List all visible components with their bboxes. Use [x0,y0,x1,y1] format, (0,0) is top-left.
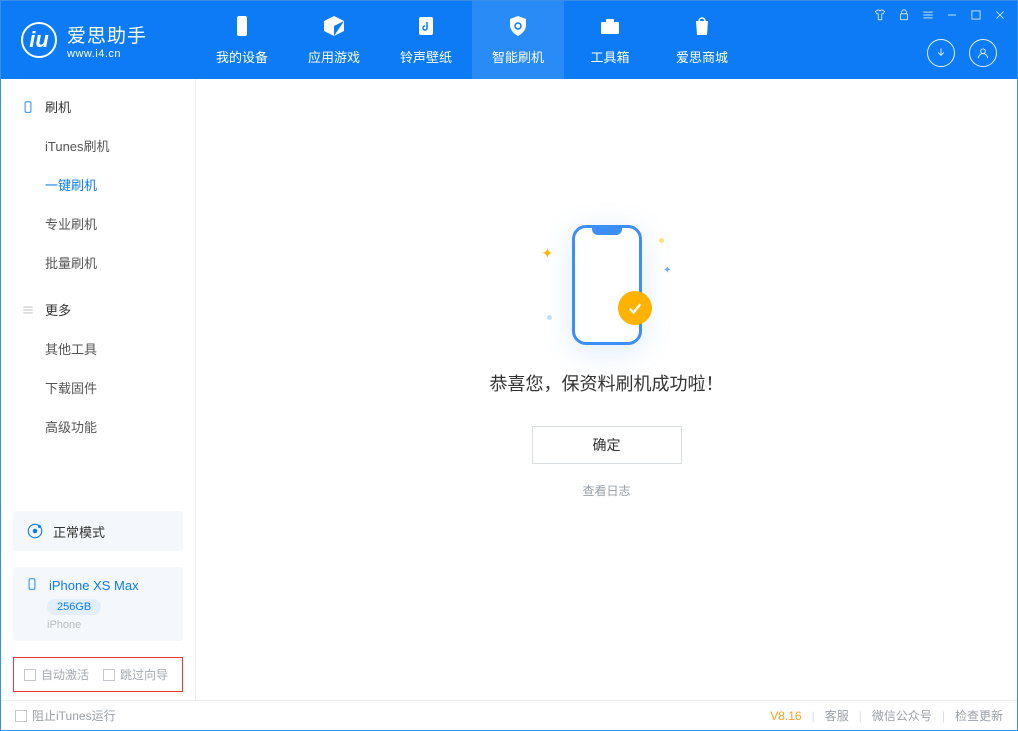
toolbox-icon [598,14,622,41]
sidebar-item-itunes-flash[interactable]: iTunes刷机 [1,126,195,165]
tab-toolbox[interactable]: 工具箱 [564,1,656,79]
logo-icon: iu [21,22,57,58]
user-icon[interactable] [969,39,997,67]
tab-my-device[interactable]: 我的设备 [196,1,288,79]
tab-label: 智能刷机 [492,47,544,66]
sidebar-group-flash: 刷机 [1,79,195,126]
app-name: 爱思助手 [67,21,147,48]
tab-label: 应用游戏 [308,47,360,66]
checkbox-bar: 自动激活 跳过向导 [13,657,183,692]
dot-icon [547,315,552,320]
music-file-icon [414,14,438,41]
tab-label: 爱思商城 [676,47,728,66]
group-title: 更多 [45,300,71,319]
tab-smart-flash[interactable]: 智能刷机 [472,1,564,79]
tab-store[interactable]: 爱思商城 [656,1,748,79]
sidebar-group1-items: iTunes刷机 一键刷机 专业刷机 批量刷机 [1,126,195,282]
download-icon[interactable] [927,39,955,67]
shopping-bag-icon [690,14,714,41]
sidebar-item-other-tools[interactable]: 其他工具 [1,329,195,368]
cube-icon [322,14,346,41]
wechat-link[interactable]: 微信公众号 [872,707,932,724]
sparkle-icon: ✦ [663,265,671,276]
list-icon [21,303,35,317]
tab-label: 铃声壁纸 [400,47,452,66]
support-link[interactable]: 客服 [825,707,849,724]
main-content: ✦ ✦ 恭喜您，保资料刷机成功啦！ 确定 查看日志 [196,79,1017,700]
check-badge-icon [618,291,652,325]
app-site: www.i4.cn [67,48,147,60]
phone-icon [21,100,35,114]
mode-label: 正常模式 [53,522,105,541]
shield-refresh-icon [506,14,530,41]
sidebar-item-download-firmware[interactable]: 下载固件 [1,368,195,407]
success-message: 恭喜您，保资料刷机成功啦！ [490,370,724,396]
tab-apps-games[interactable]: 应用游戏 [288,1,380,79]
group-title: 刷机 [45,97,71,116]
success-illustration: ✦ ✦ [532,220,682,350]
logo-area: iu 爱思助手 www.i4.cn [1,1,196,79]
device-type: iPhone [47,619,171,631]
shirt-icon[interactable] [873,8,887,22]
app-header: iu 爱思助手 www.i4.cn 我的设备 应用游戏 铃声壁纸 智能刷机 工具… [1,1,1017,79]
tab-label: 工具箱 [590,47,629,66]
checkbox-label: 自动激活 [41,666,89,683]
maximize-button[interactable] [969,8,983,22]
device-icon [230,14,254,41]
main-tabs: 我的设备 应用游戏 铃声壁纸 智能刷机 工具箱 爱思商城 [196,1,748,79]
minimize-button[interactable] [945,8,959,22]
device-phone-icon [25,577,41,593]
sidebar-group-more: 更多 [1,282,195,329]
close-button[interactable] [993,8,1007,22]
checkbox-label: 跳过向导 [120,666,168,683]
checkbox-label: 阻止iTunes运行 [32,707,116,724]
dot-icon [659,238,664,243]
checkbox-block-itunes[interactable]: 阻止iTunes运行 [15,707,116,724]
footer-right: V8.16 | 客服 | 微信公众号 | 检查更新 [770,707,1003,724]
checkbox-box-icon [15,710,27,722]
sidebar-item-oneclick-flash[interactable]: 一键刷机 [1,165,195,204]
sidebar-item-advanced[interactable]: 高级功能 [1,407,195,446]
check-update-link[interactable]: 检查更新 [955,707,1003,724]
menu-icon[interactable] [921,8,935,22]
tab-ringtones-wallpapers[interactable]: 铃声壁纸 [380,1,472,79]
sparkle-icon: ✦ [542,245,554,262]
checkbox-skip-guide[interactable]: 跳过向导 [103,666,168,683]
sidebar-item-pro-flash[interactable]: 专业刷机 [1,204,195,243]
mode-icon [25,521,45,541]
lock-icon[interactable] [897,8,911,22]
mode-card[interactable]: 正常模式 [13,511,183,551]
device-card[interactable]: iPhone XS Max 256GB iPhone [13,567,183,641]
view-log-link[interactable]: 查看日志 [582,482,630,499]
body: 刷机 iTunes刷机 一键刷机 专业刷机 批量刷机 更多 其他工具 下载固件 … [1,79,1017,700]
device-name: iPhone XS Max [49,578,139,593]
device-capacity: 256GB [47,599,101,615]
sidebar-group2-items: 其他工具 下载固件 高级功能 [1,329,195,446]
sidebar-item-batch-flash[interactable]: 批量刷机 [1,243,195,282]
ok-button[interactable]: 确定 [532,426,682,464]
checkbox-auto-activate[interactable]: 自动激活 [24,666,89,683]
checkbox-box-icon [103,669,115,681]
sidebar: 刷机 iTunes刷机 一键刷机 专业刷机 批量刷机 更多 其他工具 下载固件 … [1,79,196,700]
version-label: V8.16 [770,709,801,723]
header-right-icons [927,39,997,67]
phone-illustration-icon [572,225,642,345]
tab-label: 我的设备 [216,47,268,66]
window-controls [873,1,1007,29]
footer: 阻止iTunes运行 V8.16 | 客服 | 微信公众号 | 检查更新 [1,700,1017,730]
checkbox-box-icon [24,669,36,681]
logo-text: 爱思助手 www.i4.cn [67,21,147,60]
device-name-row: iPhone XS Max [25,577,171,593]
